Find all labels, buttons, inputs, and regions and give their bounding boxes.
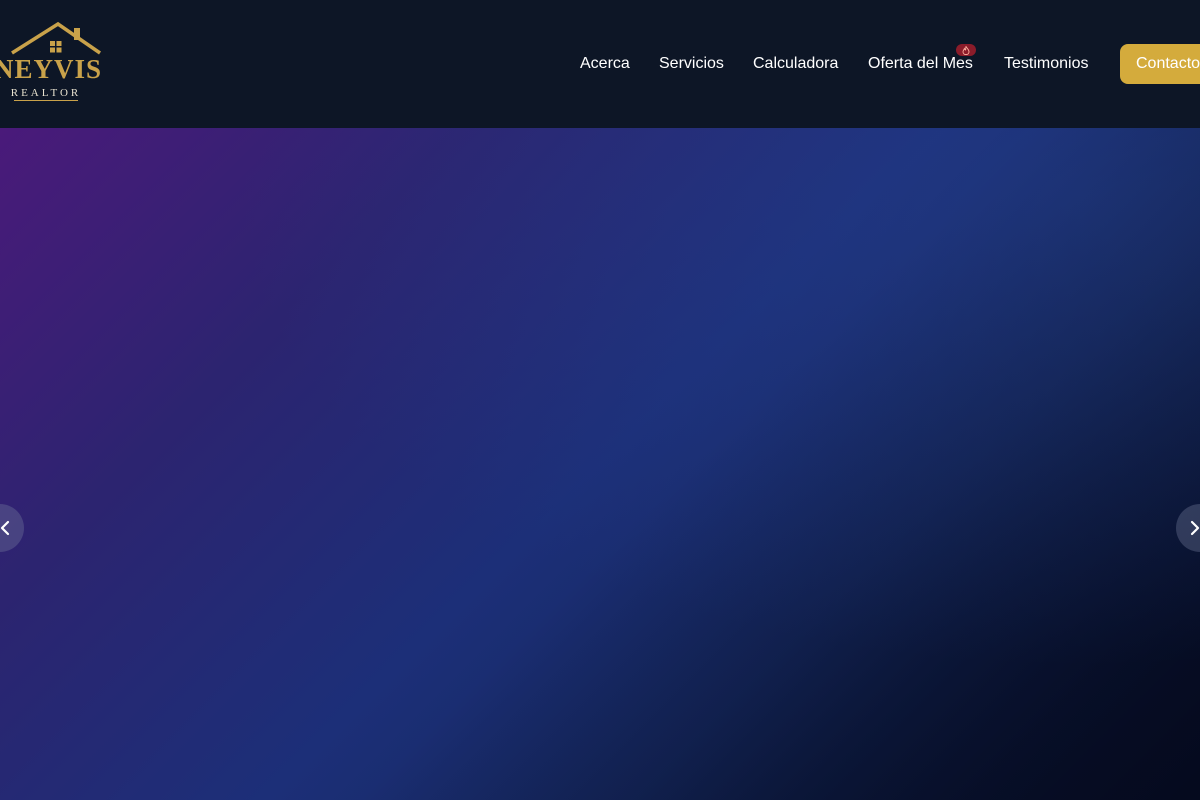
hero-background [0, 128, 1200, 800]
nav-item-acerca[interactable]: Acerca [580, 52, 630, 76]
offer-badge [956, 44, 976, 56]
nav-item-oferta-del-mes[interactable]: Oferta del Mes [868, 52, 973, 76]
nav-item-calculadora[interactable]: Calculadora [753, 52, 838, 76]
header: NEYVIS REALTOR Acerca Servicios Calculad… [0, 0, 1200, 128]
hero-slider [0, 128, 1200, 800]
chevron-left-icon [0, 520, 10, 536]
nav-item-testimonios[interactable]: Testimonios [1004, 52, 1088, 76]
fire-icon [962, 44, 970, 55]
chevron-right-icon [1190, 520, 1200, 536]
page: NEYVIS REALTOR Acerca Servicios Calculad… [0, 0, 1200, 800]
nav-item-servicios[interactable]: Servicios [659, 52, 724, 76]
contact-button[interactable]: Contacto [1120, 44, 1200, 84]
main-nav: Acerca Servicios Calculadora Oferta del … [0, 0, 1200, 128]
